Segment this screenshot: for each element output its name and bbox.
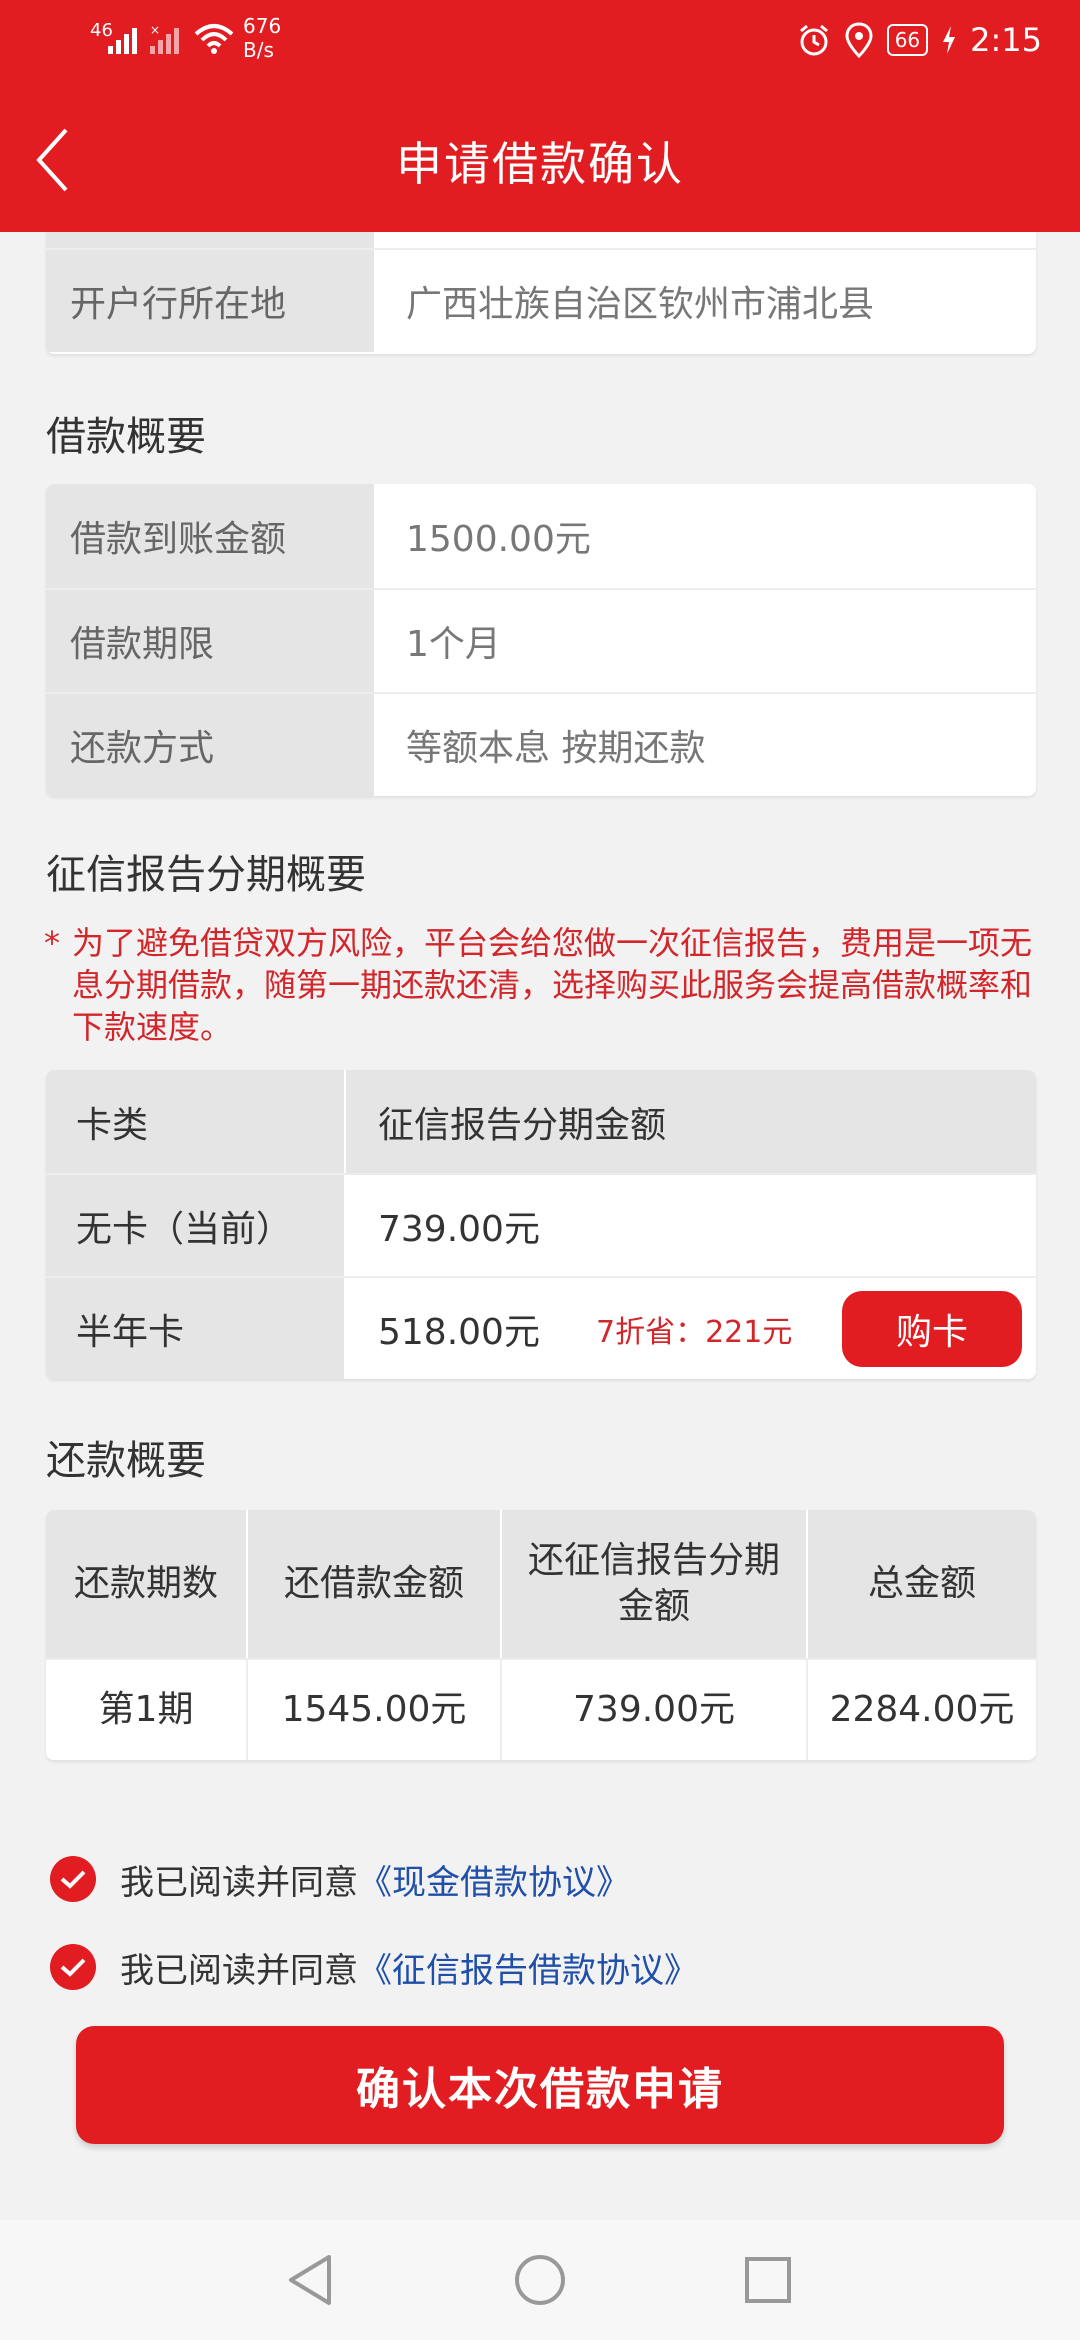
card-type-header: 卡类 bbox=[46, 1070, 346, 1173]
agreement-prefix: 我已阅读并同意 bbox=[120, 1950, 358, 1991]
net-speed: 676 B/s bbox=[243, 14, 281, 62]
credit-repay-cell: 739.00元 bbox=[502, 1660, 808, 1760]
check-icon bbox=[60, 1958, 86, 1977]
notice-text: 为了避免借贷双方风险，平台会给您做一次征信报告，费用是一项无息分期借款，随第一期… bbox=[72, 924, 1033, 1046]
credit-amount-cell: 518.00元 7折省：221元 购卡 bbox=[346, 1278, 1036, 1379]
agreement-prefix: 我已阅读并同意 bbox=[120, 1862, 358, 1903]
charging-icon bbox=[943, 26, 956, 54]
header-cell-total: 总金额 bbox=[867, 1563, 976, 1604]
nav-home-button[interactable] bbox=[510, 2250, 570, 2310]
loan-summary-row: 借款到账金额 1500.00元 bbox=[46, 484, 1036, 588]
credit-notice: * 为了避免借贷双方风险，平台会给您做一次征信报告，费用是一项无息分期借款，随第… bbox=[44, 922, 1034, 1048]
repay-table-header: 还款期数 还借款金额 还征信报告分期金额 总金额 bbox=[46, 1510, 1036, 1658]
credit-table: 卡类 征信报告分期金额 无卡（当前） 739.00元 半年卡 518.00元 7… bbox=[46, 1070, 1036, 1379]
total-cell: 2284.00元 bbox=[829, 1689, 1015, 1730]
loan-summary-row: 还款方式 等额本息 按期还款 bbox=[46, 692, 1036, 796]
repay-method-label: 还款方式 bbox=[46, 694, 374, 796]
status-right: 66 2:15 bbox=[797, 18, 1042, 62]
credit-table-header: 卡类 征信报告分期金额 bbox=[46, 1070, 1036, 1173]
cash-loan-agreement-link[interactable]: 《现金借款协议》 bbox=[358, 1855, 630, 1904]
svg-text:×: × bbox=[150, 24, 160, 37]
period-cell: 第1期 bbox=[46, 1660, 248, 1760]
buy-card-button[interactable]: 购卡 bbox=[842, 1291, 1022, 1367]
agreement-checkbox[interactable] bbox=[50, 1856, 96, 1902]
header-cell-period: 还款期数 bbox=[46, 1510, 248, 1658]
signal-icon bbox=[108, 28, 137, 54]
credit-amount-value: 518.00元 bbox=[378, 1311, 540, 1353]
status-bar: 46 × 676 B/s 66 2:15 bbox=[0, 0, 1080, 80]
credit-summary-title: 征信报告分期概要 bbox=[46, 852, 366, 898]
bank-info-card: 开户行所在地 广西壮族自治区钦州市浦北县 bbox=[46, 232, 1036, 354]
header-cell-credit: 还征信报告分期金额 bbox=[502, 1510, 808, 1658]
credit-amount-header: 征信报告分期金额 bbox=[346, 1070, 1036, 1173]
credit-loan-agreement-link[interactable]: 《征信报告借款协议》 bbox=[358, 1943, 698, 1992]
loan-amount-label: 借款到账金额 bbox=[46, 484, 374, 588]
app-header: 申请借款确认 bbox=[0, 100, 1080, 220]
net-speed-unit: B/s bbox=[243, 38, 274, 62]
loan-term-value: 1个月 bbox=[406, 624, 501, 665]
repay-method-value: 等额本息 按期还款 bbox=[406, 728, 706, 769]
credit-amount-cell: 739.00元 bbox=[378, 1208, 540, 1250]
net-speed-value: 676 bbox=[243, 14, 282, 38]
clock: 2:15 bbox=[970, 21, 1042, 59]
alarm-icon bbox=[799, 24, 828, 56]
bank-location-row: 开户行所在地 广西壮族自治区钦州市浦北县 bbox=[46, 248, 1036, 352]
signal-icon: × bbox=[150, 24, 179, 54]
loan-repay-cell: 1545.00元 bbox=[248, 1660, 502, 1760]
table-row: 第1期 1545.00元 739.00元 2284.00元 bbox=[46, 1658, 1036, 1760]
battery-icon: 66 bbox=[886, 24, 929, 56]
notice-star: * bbox=[44, 924, 60, 962]
repay-table: 还款期数 还借款金额 还征信报告分期金额 总金额 第1期 1545.00元 73… bbox=[46, 1510, 1036, 1760]
credit-table-row: 半年卡 518.00元 7折省：221元 购卡 bbox=[46, 1276, 1036, 1379]
system-nav-bar bbox=[0, 2220, 1080, 2340]
page-title: 申请借款确认 bbox=[396, 137, 684, 191]
discount-label: 7折省：221元 bbox=[596, 1314, 793, 1350]
credit-table-row: 无卡（当前） 739.00元 bbox=[46, 1173, 1036, 1276]
nav-recents-button[interactable] bbox=[738, 2250, 798, 2310]
header-cell-loan: 还借款金额 bbox=[248, 1510, 502, 1658]
recents-square-icon bbox=[745, 2257, 791, 2303]
agreement-row: 我已阅读并同意 《现金借款协议》 bbox=[50, 1854, 630, 1904]
back-triangle-icon bbox=[289, 2255, 331, 2305]
agreement-checkbox[interactable] bbox=[50, 1944, 96, 1990]
card-type-cell: 无卡（当前） bbox=[46, 1175, 346, 1276]
repay-summary-title: 还款概要 bbox=[46, 1438, 206, 1484]
agreement-row: 我已阅读并同意 《征信报告借款协议》 bbox=[50, 1942, 698, 1992]
card-type-cell: 半年卡 bbox=[46, 1278, 346, 1379]
loan-term-label: 借款期限 bbox=[46, 590, 374, 692]
home-circle-icon bbox=[515, 2255, 565, 2305]
confirm-loan-button[interactable]: 确认本次借款申请 bbox=[76, 2026, 1004, 2144]
top-bar: 46 × 676 B/s 66 2:15 申请借款确认 bbox=[0, 0, 1080, 232]
bank-location-value: 广西壮族自治区钦州市浦北县 bbox=[406, 284, 875, 325]
bank-location-label: 开户行所在地 bbox=[46, 250, 374, 352]
wifi-icon bbox=[194, 24, 234, 54]
loan-summary-title: 借款概要 bbox=[46, 414, 206, 460]
location-icon bbox=[845, 22, 873, 58]
loan-amount-value: 1500.00元 bbox=[406, 519, 591, 560]
loan-summary-row: 借款期限 1个月 bbox=[46, 588, 1036, 692]
nav-back-button[interactable] bbox=[280, 2250, 340, 2310]
check-icon bbox=[60, 1870, 86, 1889]
loan-summary-card: 借款到账金额 1500.00元 借款期限 1个月 还款方式 等额本息 按期还款 bbox=[46, 484, 1036, 796]
